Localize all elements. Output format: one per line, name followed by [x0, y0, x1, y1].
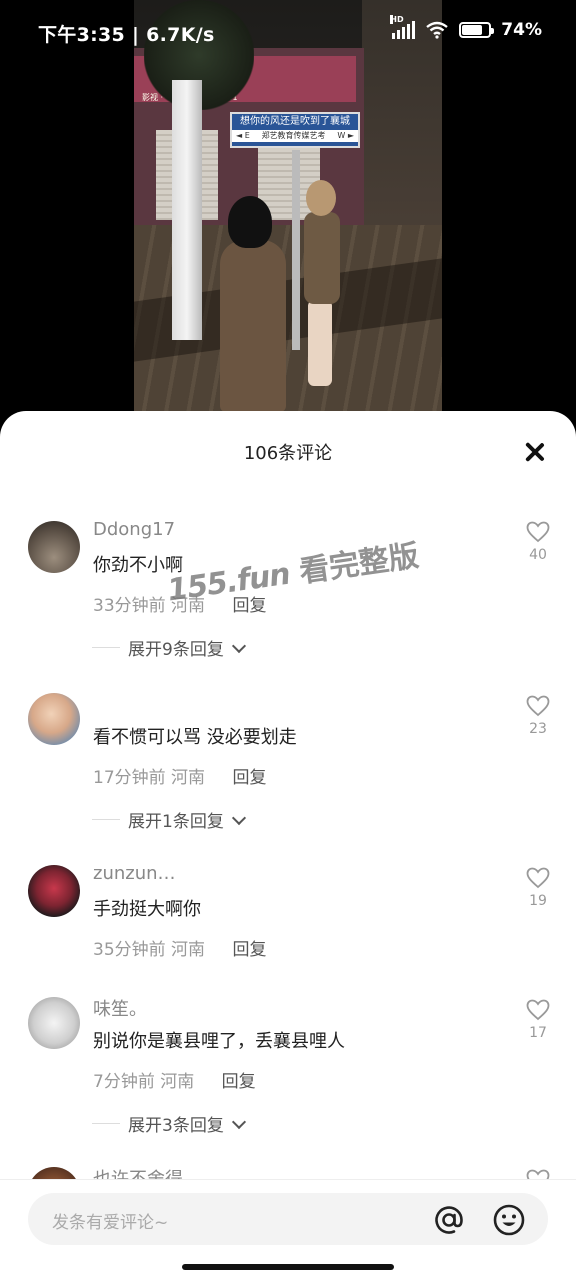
comment-text: 看不惯可以骂 没必要划走 — [93, 727, 297, 748]
home-indicator[interactable] — [182, 1264, 394, 1270]
comment-time: 17分钟前 — [93, 768, 166, 788]
expand-replies-label: 展开1条回复 — [128, 812, 224, 832]
battery-icon — [459, 22, 495, 38]
like-button[interactable]: 17 — [526, 999, 550, 1041]
like-count: 17 — [529, 1025, 547, 1041]
status-right: HD 74% — [390, 15, 542, 40]
chevron-down-icon — [231, 810, 246, 825]
avatar[interactable] — [28, 865, 80, 917]
like-button[interactable]: 23 — [526, 695, 550, 737]
comment-meta: 17分钟前 河南 回复 — [93, 763, 266, 788]
battery-fill — [462, 25, 482, 35]
comment-time: 35分钟前 — [93, 940, 166, 960]
video-street-sign: 想你的风还是吹到了襄城 ◄ E 郑艺教育传媒艺考 W ► — [230, 112, 360, 148]
heart-icon — [526, 867, 550, 889]
signal-icon: HD — [390, 15, 416, 39]
comment-text: 手劲挺大啊你 — [93, 899, 201, 920]
reply-button[interactable]: 回复 — [232, 768, 266, 788]
avatar[interactable] — [28, 521, 80, 573]
comment-input-bar: 发条有爱评论~ — [0, 1180, 576, 1280]
like-button[interactable]: 40 — [526, 521, 550, 563]
comment-username[interactable]: Ddong17 — [93, 519, 175, 540]
comment-location: 河南 — [171, 768, 206, 788]
expand-replies-button[interactable]: 展开9条回复 — [92, 635, 246, 660]
heart-icon — [526, 999, 550, 1021]
heart-icon — [526, 695, 550, 717]
chevron-down-icon — [231, 638, 246, 653]
at-icon[interactable] — [432, 1203, 466, 1237]
video-tree — [172, 80, 202, 340]
like-count: 19 — [529, 893, 547, 909]
comment-location: 河南 — [171, 940, 206, 960]
wifi-icon — [426, 21, 449, 39]
like-count: 23 — [529, 721, 547, 737]
video-person — [218, 196, 290, 412]
reply-button[interactable]: 回复 — [232, 940, 266, 960]
hd-label: HD — [390, 15, 404, 24]
video-street-sign-sub: ◄ E 郑艺教育传媒艺考 W ► — [232, 130, 358, 142]
like-button[interactable]: 19 — [526, 867, 550, 909]
emoji-icon[interactable] — [492, 1203, 526, 1237]
expand-replies-label: 展开9条回复 — [128, 640, 224, 660]
comment-input-placeholder: 发条有爱评论~ — [52, 1213, 169, 1233]
comment-meta: 7分钟前 河南 回复 — [93, 1067, 256, 1092]
comment-input[interactable]: 发条有爱评论~ — [28, 1193, 548, 1245]
comment-time: 33分钟前 — [93, 596, 166, 616]
avatar[interactable] — [28, 693, 80, 745]
expand-replies-button[interactable]: 展开3条回复 — [92, 1111, 246, 1136]
comment-count-title: 106条评论 — [243, 443, 333, 464]
video-sign-pole — [292, 150, 300, 350]
video-person — [300, 180, 344, 390]
comment-username[interactable]: 味笙。 — [93, 995, 147, 1021]
comment-username[interactable]: zunzun… — [93, 863, 176, 884]
network-speed: 6.7K/s — [146, 24, 215, 46]
reply-button[interactable]: 回复 — [222, 1072, 256, 1092]
chevron-down-icon — [231, 1114, 246, 1129]
clock: 下午3:35 — [38, 24, 126, 46]
comment-text: 别说你是襄县哩了，丢襄县哩人 — [93, 1031, 345, 1052]
comment-sheet: 106条评论 Ddong17 你劲不小啊 33分钟前 河南 回复 40 展开9条… — [0, 411, 576, 1280]
comment-location: 河南 — [160, 1072, 195, 1092]
comment-meta: 35分钟前 河南 回复 — [93, 935, 266, 960]
close-icon[interactable] — [524, 441, 546, 463]
expand-replies-label: 展开3条回复 — [128, 1116, 224, 1136]
avatar[interactable] — [28, 997, 80, 1049]
like-count: 40 — [529, 547, 547, 563]
status-time: 下午3:35 | 6.7K/s — [38, 24, 215, 46]
battery-percent: 74% — [501, 20, 542, 40]
comment-time: 7分钟前 — [93, 1072, 155, 1092]
expand-replies-button[interactable]: 展开1条回复 — [92, 807, 246, 832]
status-bar: 下午3:35 | 6.7K/s HD 74% — [0, 0, 576, 64]
heart-icon — [526, 521, 550, 543]
